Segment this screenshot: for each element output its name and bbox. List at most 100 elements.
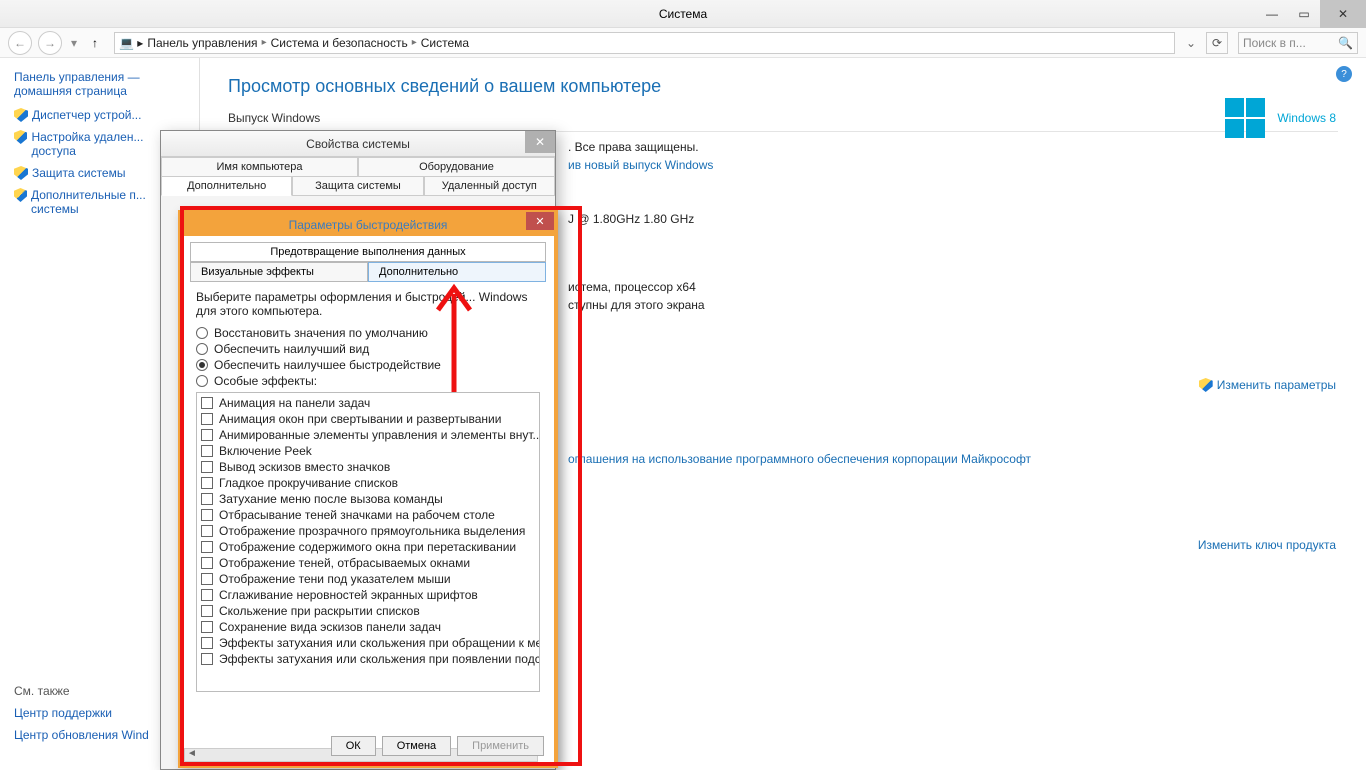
minimize-button[interactable]: ― — [1256, 0, 1288, 28]
effect-checkbox-row[interactable]: Гладкое прокручивание списков — [199, 475, 537, 491]
tab-remote[interactable]: Удаленный доступ — [424, 176, 555, 196]
perf-title: Параметры быстродействия — [289, 218, 448, 232]
effect-checkbox-row[interactable]: Вывод эскизов вместо значков — [199, 459, 537, 475]
help-icon[interactable]: ? — [1336, 66, 1352, 82]
radio-restore-defaults[interactable]: Восстановить значения по умолчанию — [196, 326, 540, 340]
dialog-title: Свойства системы — [306, 137, 410, 151]
cancel-button[interactable]: Отмена — [382, 736, 451, 756]
effect-label: Отбрасывание теней значками на рабочем с… — [219, 508, 495, 522]
checkbox-icon — [201, 541, 213, 553]
perf-description: Выберите параметры оформления и быстроде… — [196, 290, 540, 318]
touch-value: ступны для этого экрана — [568, 298, 1338, 312]
effect-checkbox-row[interactable]: Отображение содержимого окна при перетас… — [199, 539, 537, 555]
windows-logo-icon — [1225, 98, 1265, 138]
effect-label: Затухание меню после вызова команды — [219, 492, 443, 506]
dialog-titlebar: Свойства системы ✕ — [161, 131, 555, 157]
cpu-value: J @ 1.80GHz 1.80 GHz — [568, 212, 1338, 226]
shield-icon — [14, 166, 28, 180]
tab-dep[interactable]: Предотвращение выполнения данных — [190, 242, 546, 262]
forward-button[interactable]: → — [38, 31, 62, 55]
effect-checkbox-row[interactable]: Эффекты затухания или скольжения при поя… — [199, 651, 537, 667]
shield-icon — [14, 188, 27, 202]
effect-label: Анимированные элементы управления и элем… — [219, 428, 540, 442]
radio-icon — [196, 327, 208, 339]
apply-button[interactable]: Применить — [457, 736, 544, 756]
ok-button[interactable]: ОК — [331, 736, 376, 756]
effect-checkbox-row[interactable]: Отображение прозрачного прямоугольника в… — [199, 523, 537, 539]
license-link[interactable]: оглашения на использование программного … — [568, 452, 1338, 466]
windows-brand: Windows 8 — [1225, 98, 1336, 138]
tab-advanced[interactable]: Дополнительно — [161, 176, 292, 196]
tab-perf-advanced[interactable]: Дополнительно — [368, 262, 546, 282]
shield-icon — [14, 108, 28, 122]
effect-checkbox-row[interactable]: Анимация на панели задач — [199, 395, 537, 411]
change-settings-link[interactable]: Изменить параметры — [1199, 378, 1336, 392]
tab-visual-effects[interactable]: Визуальные эффекты — [190, 262, 368, 282]
see-also-title: См. также — [14, 684, 149, 698]
breadcrumb-root[interactable]: Панель управления — [147, 36, 257, 50]
back-button[interactable]: ← — [8, 31, 32, 55]
effect-label: Эффекты затухания или скольжения при поя… — [219, 652, 540, 666]
close-button[interactable]: ✕ — [1320, 0, 1366, 28]
checkbox-icon — [201, 605, 213, 617]
navigation-bar: ← → ▾ ↑ 💻 ▸ Панель управления ▸ Система … — [0, 28, 1366, 58]
checkbox-icon — [201, 493, 213, 505]
effect-label: Эффекты затухания или скольжения при обр… — [219, 636, 540, 650]
effect-label: Гладкое прокручивание списков — [219, 476, 398, 490]
effect-label: Отображение прозрачного прямоугольника в… — [219, 524, 525, 538]
effect-checkbox-row[interactable]: Сохранение вида эскизов панели задач — [199, 619, 537, 635]
breadcrumb[interactable]: 💻 ▸ Панель управления ▸ Система и безопа… — [114, 32, 1175, 54]
performance-options-dialog: Параметры быстродействия ✕ Предотвращени… — [178, 210, 558, 768]
effect-label: Отображение теней, отбрасываемых окнами — [219, 556, 470, 570]
breadcrumb-dropdown[interactable]: ⌄ — [1181, 36, 1201, 50]
radio-custom[interactable]: Особые эффекты: — [196, 374, 540, 388]
checkbox-icon — [201, 397, 213, 409]
radio-icon — [196, 359, 208, 371]
radio-best-appearance[interactable]: Обеспечить наилучший вид — [196, 342, 540, 356]
checkbox-icon — [201, 653, 213, 665]
dialog-close-button[interactable]: ✕ — [525, 131, 555, 153]
checkbox-icon — [201, 621, 213, 633]
product-key-link[interactable]: Изменить ключ продукта — [1198, 538, 1336, 552]
sidebar-home-link[interactable]: Панель управления — домашняя страница — [14, 70, 185, 98]
sidebar-item-device-manager[interactable]: Диспетчер устрой... — [14, 108, 185, 122]
systype-value: истема, процессор x64 — [568, 280, 1338, 294]
see-also-update[interactable]: Центр обновления Wind — [14, 728, 149, 742]
checkbox-icon — [201, 477, 213, 489]
effect-label: Вывод эскизов вместо значков — [219, 460, 390, 474]
effect-checkbox-row[interactable]: Затухание меню после вызова команды — [199, 491, 537, 507]
checkbox-icon — [201, 509, 213, 521]
tab-computer-name[interactable]: Имя компьютера — [161, 157, 358, 177]
effect-checkbox-row[interactable]: Скольжение при раскрытии списков — [199, 603, 537, 619]
breadcrumb-mid[interactable]: Система и безопасность — [271, 36, 408, 50]
refresh-button[interactable]: ⟳ — [1206, 32, 1228, 54]
effect-checkbox-row[interactable]: Анимация окон при свертывании и разверты… — [199, 411, 537, 427]
effect-label: Отображение содержимого окна при перетас… — [219, 540, 516, 554]
recent-locations-button[interactable]: ▾ — [68, 36, 80, 50]
effect-checkbox-row[interactable]: Включение Peek — [199, 443, 537, 459]
see-also-support[interactable]: Центр поддержки — [14, 706, 149, 720]
breadcrumb-leaf[interactable]: Система — [421, 36, 469, 50]
upgrade-link[interactable]: ив новый выпуск Windows — [568, 158, 1338, 172]
checkbox-icon — [201, 557, 213, 569]
up-button[interactable]: ↑ — [86, 36, 104, 50]
maximize-button[interactable]: ▭ — [1288, 0, 1320, 28]
perf-close-button[interactable]: ✕ — [526, 212, 554, 230]
effect-checkbox-row[interactable]: Эффекты затухания или скольжения при обр… — [199, 635, 537, 651]
effect-label: Скольжение при раскрытии списков — [219, 604, 420, 618]
effect-label: Анимация окон при свертывании и разверты… — [219, 412, 501, 426]
search-input[interactable]: Поиск в п... 🔍 — [1238, 32, 1358, 54]
effect-checkbox-row[interactable]: Сглаживание неровностей экранных шрифтов — [199, 587, 537, 603]
shield-icon — [14, 130, 27, 144]
effects-checklist[interactable]: Анимация на панели задачАнимация окон пр… — [196, 392, 540, 692]
tab-protection[interactable]: Защита системы — [292, 176, 423, 196]
rights-text: . Все права защищены. — [568, 140, 1338, 154]
tab-hardware[interactable]: Оборудование — [358, 157, 555, 177]
chevron-right-icon: ▸ — [412, 37, 417, 48]
radio-best-performance[interactable]: Обеспечить наилучшее быстродействие — [196, 358, 540, 372]
effect-checkbox-row[interactable]: Отбрасывание теней значками на рабочем с… — [199, 507, 537, 523]
effect-checkbox-row[interactable]: Анимированные элементы управления и элем… — [199, 427, 537, 443]
effect-checkbox-row[interactable]: Отображение теней, отбрасываемых окнами — [199, 555, 537, 571]
effect-checkbox-row[interactable]: Отображение тени под указателем мыши — [199, 571, 537, 587]
perf-titlebar: Параметры быстродействия ✕ — [182, 214, 554, 236]
